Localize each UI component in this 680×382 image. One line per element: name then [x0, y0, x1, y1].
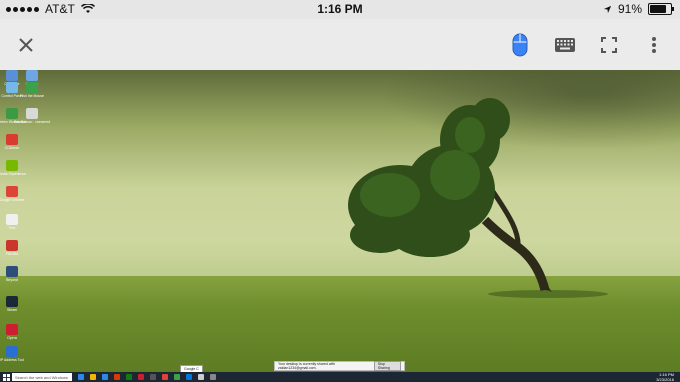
more-options-button[interactable] [641, 32, 667, 58]
mouse-icon [512, 33, 528, 57]
tray-date: 3/23/2016 [656, 377, 674, 382]
desktop-icon-image [26, 82, 38, 93]
taskbar-app-icon[interactable] [210, 374, 216, 380]
desktop-icon-label: Nvidia Experience [0, 172, 27, 176]
stop-sharing-button[interactable]: Stop Sharing [373, 361, 401, 371]
desktop-icon[interactable]: IP Address Tool [0, 346, 25, 362]
desktop-icon-image [6, 186, 18, 197]
desktop-icon-image [6, 108, 18, 119]
taskbar-app-icon[interactable] [78, 374, 84, 380]
taskbar-app-icon[interactable] [126, 374, 132, 380]
desktop-icon-label: Beyond [6, 278, 18, 282]
desktop-icon-image [6, 296, 18, 307]
desktop-icon[interactable]: Text [2, 214, 22, 230]
battery-fill [650, 5, 667, 13]
desktop-icon-image [6, 160, 18, 171]
windows-taskbar: Search the web and Windows 1:16 PM 3/23/… [0, 372, 680, 382]
sharing-notification: Your desktop is currently shared with za… [274, 361, 405, 371]
status-bar: AT&T 1:16 PM 91% [0, 0, 680, 19]
desktop-icon-image [6, 70, 18, 81]
desktop-icon-image [26, 70, 38, 81]
desktop-icon-image [6, 240, 18, 251]
fullscreen-button[interactable] [596, 32, 622, 58]
taskbar-app-icon[interactable] [138, 374, 144, 380]
desktop-icon[interactable]: Nvidia Experience [0, 160, 26, 176]
taskbar-app-icon[interactable] [174, 374, 180, 380]
close-button[interactable] [13, 32, 39, 58]
system-tray: 1:16 PM 3/23/2016 [656, 372, 674, 382]
taskbar-app-icon[interactable] [198, 374, 204, 380]
taskbar-app-icon[interactable] [150, 374, 156, 380]
taskbar-app-icon[interactable] [186, 374, 192, 380]
desktop-icon-image [6, 134, 18, 145]
desktop-icon-label: Erin Bahour - unnamed [13, 120, 51, 124]
desktop-icon-image [6, 214, 18, 225]
taskbar-search-input[interactable]: Search the web and Windows [12, 373, 72, 381]
desktop-icon-label: FileZilla [5, 252, 19, 256]
taskbar-app-icon[interactable] [102, 374, 108, 380]
desktop-icon-label: Google Chrome [0, 198, 25, 202]
desktop-icon-image [26, 108, 38, 119]
desktop-icon[interactable]: Erin Bahour - unnamed [14, 108, 50, 124]
battery-percent: 91% [617, 2, 642, 16]
desktop-icon-label: Text [8, 226, 16, 230]
battery-icon [648, 3, 674, 15]
keyboard-button[interactable] [552, 32, 578, 58]
remote-desktop-view[interactable]: ComputerNetworkControl PanelFind the Mou… [0, 70, 680, 382]
desktop-icon-image [6, 324, 18, 335]
desktop-icon[interactable]: Google Chrome [0, 186, 25, 202]
desktop-icon[interactable]: FileZilla [2, 240, 22, 256]
desktop-icon-image [6, 82, 18, 93]
taskbar-app-icon[interactable] [90, 374, 96, 380]
desktop-icon[interactable]: Find the Mouse [19, 82, 45, 98]
desktop-icon-label: Find the Mouse [19, 94, 45, 98]
taskbar-app-icon[interactable] [114, 374, 120, 380]
remote-desktop-toolbar [0, 19, 680, 71]
taskbar-app-icon[interactable] [162, 374, 168, 380]
desktop-icon-image [6, 266, 18, 277]
more-vertical-icon [652, 37, 656, 53]
windows-logo-icon [2, 373, 10, 381]
desktop-icon-image [6, 346, 18, 357]
wallpaper-tree [348, 98, 608, 298]
desktop-icon[interactable]: CCleaner [2, 134, 22, 150]
location-arrow-icon [603, 5, 612, 13]
desktop-icon-label: IP Address Tool [0, 358, 25, 362]
desktop-icon[interactable]: Beyond [2, 266, 22, 282]
keyboard-icon [555, 38, 575, 52]
status-right: 91% [603, 2, 674, 16]
mouse-mode-button[interactable] [507, 32, 533, 58]
start-button[interactable] [0, 372, 12, 382]
desktop-icon[interactable]: Opera [2, 324, 22, 340]
close-icon [19, 38, 33, 52]
desktop-icon-label: Steam [6, 308, 18, 312]
desktop-icon-label: CCleaner [4, 146, 20, 150]
status-time: 1:16 PM [317, 2, 363, 16]
sharing-text: Your desktop is currently shared with za… [278, 362, 336, 370]
fullscreen-icon [601, 37, 617, 53]
taskbar-apps [78, 374, 216, 380]
desktop-icon[interactable]: Steam [2, 296, 22, 312]
desktop-icon-label: Opera [7, 336, 17, 340]
